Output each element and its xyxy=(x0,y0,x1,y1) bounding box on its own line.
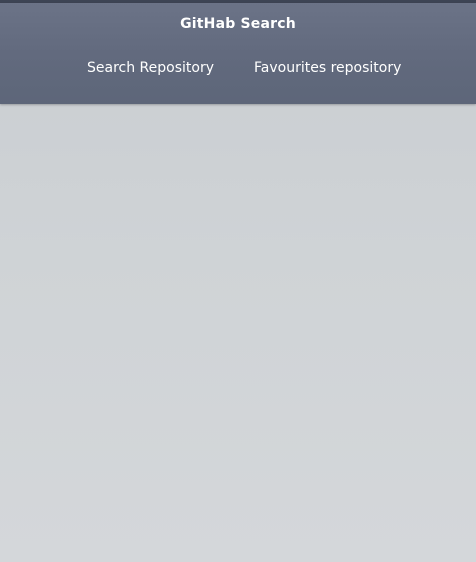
app-window: GitHab Search Search Repository Favourit… xyxy=(0,0,476,562)
tab-search-repository[interactable]: Search Repository xyxy=(87,60,214,76)
main-content-area xyxy=(0,104,476,562)
tab-favourites-repository[interactable]: Favourites repository xyxy=(254,60,401,76)
page-title: GitHab Search xyxy=(180,16,296,32)
app-header: GitHab Search Search Repository Favourit… xyxy=(0,3,476,104)
tab-bar: Search Repository Favourites repository xyxy=(0,60,476,84)
